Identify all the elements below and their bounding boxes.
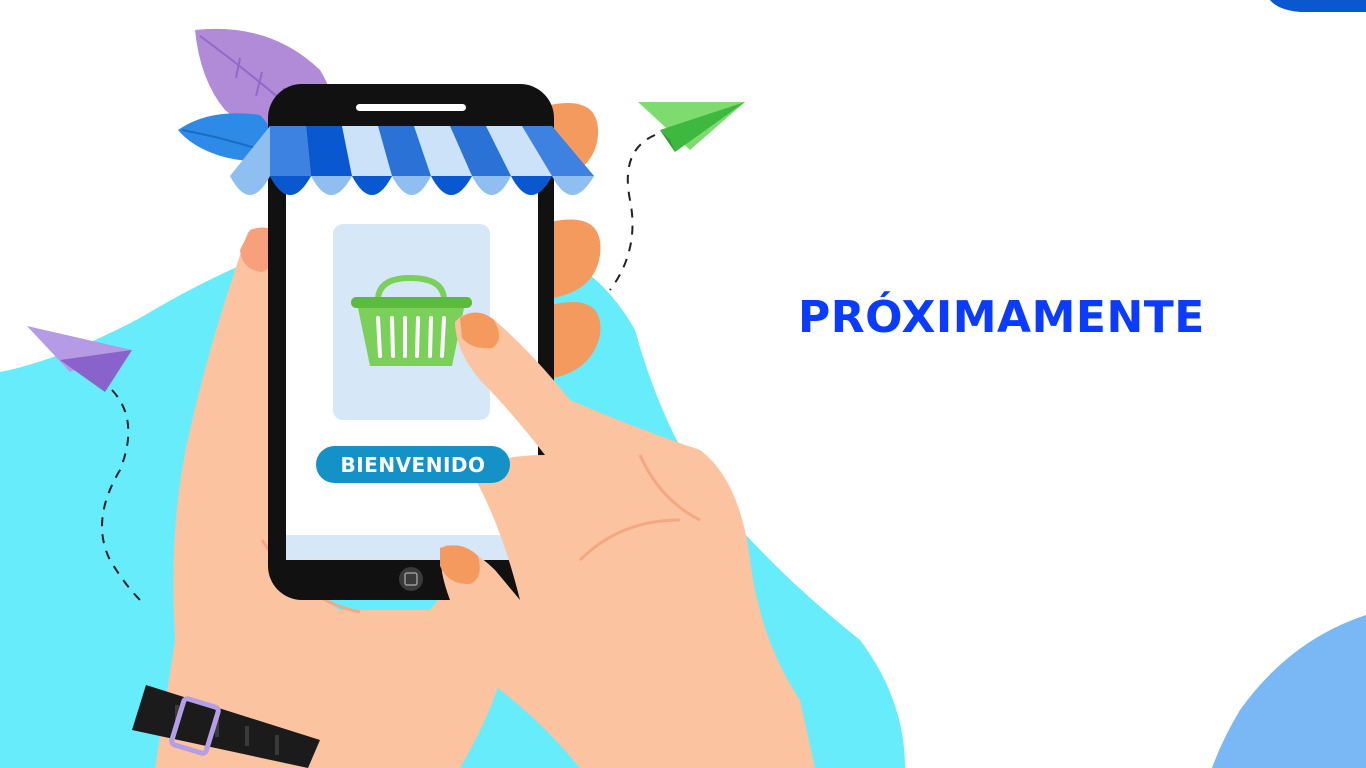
dashed-path-right [609,134,656,291]
paper-plane-icon [638,102,745,152]
welcome-button[interactable]: BIENVENIDO [316,446,510,483]
corner-tab-top-right [1270,0,1366,12]
welcome-button-label: BIENVENIDO [340,452,486,477]
blob-bottom-right [1212,615,1366,768]
awning-icon [230,126,594,195]
hero-illustration [0,0,1366,768]
home-button-icon [399,567,423,591]
coming-soon-headline: PRÓXIMAMENTE [798,292,1205,343]
